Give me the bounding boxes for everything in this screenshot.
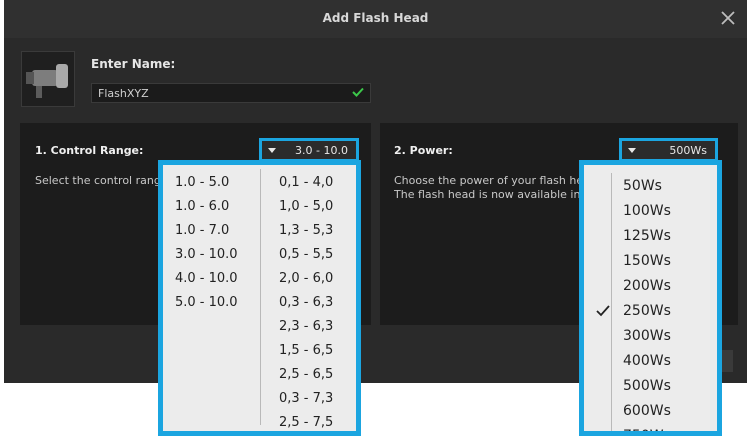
power-select[interactable]: 500Ws xyxy=(619,138,718,162)
title-bar: Add Flash Head xyxy=(4,0,747,38)
power-option[interactable]: 100Ws xyxy=(623,199,671,224)
control-range-option[interactable]: 1,5 - 6,5 xyxy=(279,339,333,363)
power-option[interactable]: 250Ws xyxy=(596,299,671,324)
control-range-option[interactable]: 4.0 - 10.0 xyxy=(175,267,238,291)
control-range-option[interactable]: 2,0 - 6,0 xyxy=(279,267,333,291)
control-range-select[interactable]: 3.0 - 10.0 xyxy=(259,138,359,162)
flash-head-icon xyxy=(21,51,75,107)
control-range-option[interactable]: 0,3 - 7,3 xyxy=(279,387,333,411)
power-description-line1: Choose the power of your flash head. xyxy=(394,174,586,187)
checkmark-icon xyxy=(596,305,610,317)
name-label: Enter Name: xyxy=(91,57,176,71)
power-option[interactable]: 300Ws xyxy=(623,324,671,349)
power-option[interactable]: 400Ws xyxy=(623,349,671,374)
power-option[interactable]: 125Ws xyxy=(623,224,671,249)
power-menu: 50Ws 100Ws 125Ws 150Ws 200Ws 250Ws 300Ws 400Ws 5… xyxy=(579,160,722,436)
control-range-option[interactable]: 1.0 - 7.0 xyxy=(175,219,238,243)
power-option[interactable]: 200Ws xyxy=(623,274,671,299)
power-option[interactable]: 600Ws xyxy=(623,399,671,424)
control-range-option[interactable]: 1,0 - 5,0 xyxy=(279,195,333,219)
control-range-option[interactable]: 1,3 - 5,3 xyxy=(279,219,333,243)
control-range-title: 1. Control Range: xyxy=(35,144,144,157)
control-range-option[interactable]: 2,3 - 6,3 xyxy=(279,315,333,339)
close-icon[interactable] xyxy=(719,9,737,27)
control-range-option[interactable]: 0,5 - 5,5 xyxy=(279,243,333,267)
dialog-title: Add Flash Head xyxy=(322,11,429,25)
power-option[interactable]: 150Ws xyxy=(623,249,671,274)
name-input[interactable]: FlashXYZ xyxy=(91,83,371,103)
control-range-column-2: 0,1 - 4,0 1,0 - 5,0 1,3 - 5,3 0,5 - 5,5 2,0 … xyxy=(279,171,333,435)
control-range-option[interactable]: 1.0 - 6.0 xyxy=(175,195,238,219)
triangle-down-icon xyxy=(268,148,276,153)
power-option[interactable]: 50Ws xyxy=(623,174,671,199)
power-description-line2: The flash head is now available in the xyxy=(394,188,586,201)
power-option[interactable]: 500Ws xyxy=(623,374,671,399)
control-range-description: Select the control range xyxy=(35,174,160,187)
power-title: 2. Power: xyxy=(394,144,453,157)
control-range-column-1: 1.0 - 5.0 1.0 - 6.0 1.0 - 7.0 3.0 - 10.0 4.0… xyxy=(175,171,238,315)
control-range-option[interactable]: 0,1 - 4,0 xyxy=(279,171,333,195)
control-range-option[interactable]: 2,5 - 7,5 xyxy=(279,411,333,435)
control-range-option[interactable]: 1.0 - 5.0 xyxy=(175,171,238,195)
control-range-option[interactable]: 3.0 - 10.0 xyxy=(175,243,238,267)
power-option[interactable]: 750Ws xyxy=(623,424,671,431)
power-selected: 500Ws xyxy=(669,144,707,157)
menu-divider xyxy=(260,169,261,425)
triangle-down-icon xyxy=(628,148,636,153)
control-range-option[interactable]: 5.0 - 10.0 xyxy=(175,291,238,315)
control-range-option[interactable]: 2,5 - 6,5 xyxy=(279,363,333,387)
control-range-selected: 3.0 - 10.0 xyxy=(295,144,348,157)
control-range-menu: 1.0 - 5.0 1.0 - 6.0 1.0 - 7.0 3.0 - 10.0 4.0… xyxy=(158,160,361,436)
menu-divider xyxy=(611,173,612,431)
checkmark-icon xyxy=(352,87,364,97)
power-options: 50Ws 100Ws 125Ws 150Ws 200Ws 250Ws 300Ws 400Ws 5… xyxy=(596,174,671,431)
control-range-option[interactable]: 0,3 - 6,3 xyxy=(279,291,333,315)
